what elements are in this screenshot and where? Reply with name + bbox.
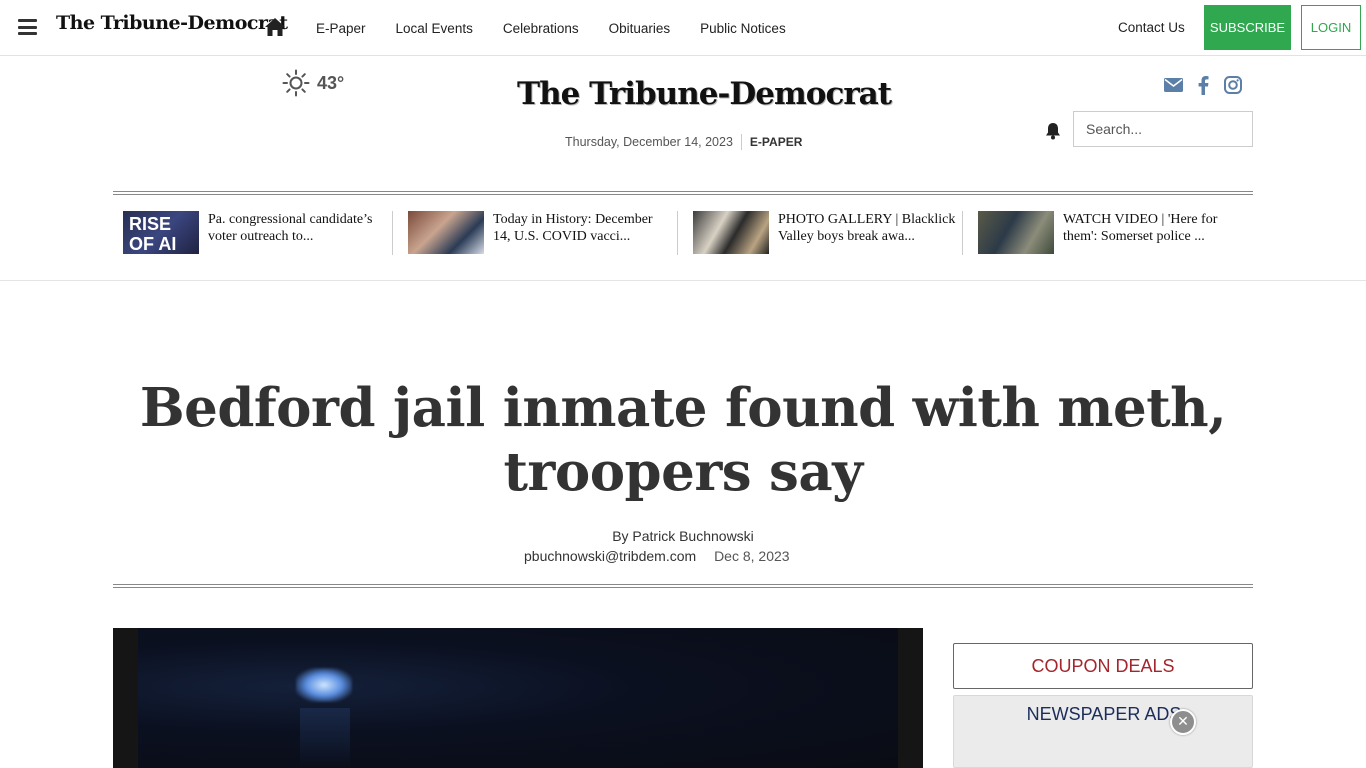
newspaper-ads-panel[interactable]: NEWSPAPER ADS <box>953 695 1253 768</box>
nav-local-events[interactable]: Local Events <box>396 21 473 36</box>
contact-us-link[interactable]: Contact Us <box>1118 20 1185 35</box>
menu-icon[interactable] <box>18 19 37 35</box>
weather-widget[interactable]: 43° <box>282 69 344 97</box>
nav-celebrations[interactable]: Celebrations <box>503 21 579 36</box>
article-headline: Bedford jail inmate found with meth, tro… <box>139 377 1227 503</box>
strip-item[interactable]: RISE OF AI Pa. congressional candidate’s… <box>113 201 398 263</box>
nav-public-notices[interactable]: Public Notices <box>700 21 786 36</box>
headline-strip: RISE OF AI Pa. congressional candidate’s… <box>113 201 1253 263</box>
article-meta: pbuchnowski@tribdem.com Dec 8, 2023 <box>524 546 790 566</box>
close-icon[interactable]: ✕ <box>1170 709 1196 735</box>
strip-thumbnail[interactable] <box>978 211 1054 254</box>
video-light <box>296 668 352 702</box>
top-navbar: The Tribune-Democrat E-Paper Local Event… <box>0 0 1366 56</box>
masthead-logo[interactable]: The Tribune-Democrat <box>517 76 892 112</box>
navbar-logo[interactable]: The Tribune-Democrat <box>56 12 288 34</box>
nav-obituaries[interactable]: Obituaries <box>609 21 671 36</box>
strip-title[interactable]: Pa. congressional candidate’s voter outr… <box>208 211 388 245</box>
newspaper-ads-label: NEWSPAPER ADS <box>1026 704 1182 724</box>
current-date: Thursday, December 14, 2023 <box>565 135 733 149</box>
sun-icon <box>282 69 310 97</box>
dateline: Thursday, December 14, 2023 E-PAPER <box>565 134 802 150</box>
strip-thumbnail[interactable] <box>408 211 484 254</box>
strip-item[interactable]: Today in History: December 14, U.S. COVI… <box>392 201 683 263</box>
email-icon[interactable] <box>1162 74 1184 96</box>
article-divider <box>113 584 1253 588</box>
subscribe-button[interactable]: SUBSCRIBE <box>1204 5 1291 50</box>
instagram-icon[interactable] <box>1222 74 1244 96</box>
video-reflection <box>300 708 350 768</box>
article-date: Dec 8, 2023 <box>714 548 790 564</box>
epaper-link[interactable]: E-PAPER <box>750 135 802 149</box>
strip-item[interactable]: WATCH VIDEO | 'Here for them': Somerset … <box>962 201 1253 263</box>
article-video[interactable] <box>113 628 923 768</box>
bell-icon[interactable] <box>1043 121 1063 141</box>
strip-title[interactable]: PHOTO GALLERY | Blacklick Valley boys br… <box>778 211 958 245</box>
home-icon[interactable] <box>264 17 286 37</box>
date-divider <box>740 134 742 150</box>
masthead-divider <box>113 191 1253 195</box>
social-links <box>1162 74 1252 96</box>
coupon-deals-button[interactable]: COUPON DEALS <box>953 643 1253 689</box>
author-email[interactable]: pbuchnowski@tribdem.com <box>524 548 696 564</box>
strip-item[interactable]: PHOTO GALLERY | Blacklick Valley boys br… <box>677 201 968 263</box>
nav-epaper[interactable]: E-Paper <box>316 21 366 36</box>
search-input[interactable] <box>1073 111 1253 147</box>
strip-thumbnail[interactable] <box>693 211 769 254</box>
login-button[interactable]: LOGIN <box>1301 5 1361 50</box>
facebook-icon[interactable] <box>1192 74 1214 96</box>
strip-title[interactable]: WATCH VIDEO | 'Here for them': Somerset … <box>1063 211 1243 245</box>
video-frame <box>138 628 898 768</box>
article-byline[interactable]: By Patrick Buchnowski <box>113 526 1253 546</box>
weather-temperature: 43° <box>317 72 345 93</box>
strip-divider <box>0 280 1366 281</box>
strip-thumbnail[interactable]: RISE OF AI <box>123 211 199 254</box>
nav-links: E-Paper Local Events Celebrations Obitua… <box>316 0 816 56</box>
strip-title[interactable]: Today in History: December 14, U.S. COVI… <box>493 211 673 245</box>
